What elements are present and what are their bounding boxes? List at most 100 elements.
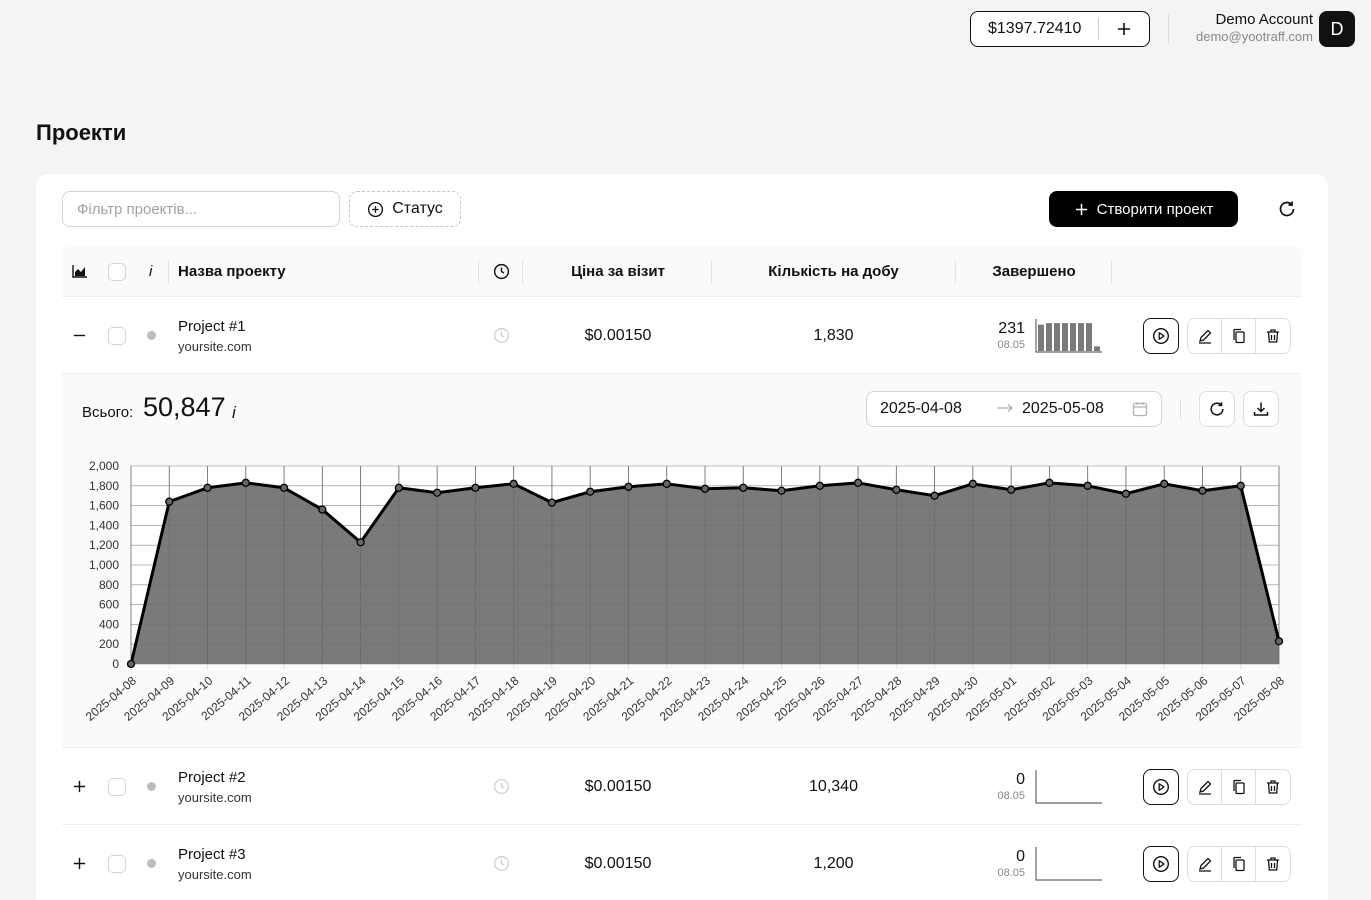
sparkline-bar (1046, 322, 1052, 351)
total-info-icon[interactable]: i (232, 403, 236, 423)
chart-data-point (892, 485, 901, 494)
per-day-column-header[interactable]: Кількість на добу (712, 246, 955, 297)
create-project-button[interactable]: Створити проект (1049, 191, 1238, 227)
account-info[interactable]: Demo Account demo@yootraff.com (1196, 11, 1313, 45)
expand-row-button[interactable] (72, 748, 87, 825)
add-funds-button[interactable] (1099, 21, 1149, 37)
sparkline-bar (1094, 345, 1100, 351)
sparkline-axis (1035, 846, 1102, 881)
copy-project-button[interactable] (1222, 318, 1256, 353)
table-row: Project #3 yoursite.com $0.00150 1,200 0… (62, 825, 1301, 900)
trash-icon (1267, 856, 1279, 871)
price-cell: $0.00150 (584, 854, 652, 872)
trash-icon (1267, 779, 1279, 794)
copy-icon (1232, 779, 1245, 794)
project-name[interactable]: Project #1 (178, 316, 252, 338)
balance-widget: $1397.72410 (970, 11, 1150, 47)
select-all-checkbox[interactable] (108, 246, 126, 297)
edit-project-button[interactable] (1188, 846, 1222, 881)
refresh-projects-button[interactable] (1274, 196, 1300, 222)
chart-data-point (624, 482, 633, 491)
chart-data-point (1083, 481, 1092, 490)
delete-project-button[interactable] (1256, 770, 1290, 804)
project-name[interactable]: Project #3 (178, 844, 252, 866)
edit-project-button[interactable] (1188, 769, 1222, 804)
date-to[interactable]: 2025-05-08 (1022, 400, 1132, 418)
completed-sparkline (1035, 846, 1102, 881)
column-divider (478, 260, 479, 284)
sparkline-bar (1062, 322, 1068, 351)
project-name[interactable]: Project #2 (178, 767, 252, 789)
date-range-picker[interactable]: 2025-04-08 2025-05-08 (866, 391, 1162, 427)
project-name-cell[interactable]: Project #1 yoursite.com (178, 297, 252, 374)
account-email: demo@yootraff.com (1195, 29, 1313, 44)
chart-data-point (777, 486, 786, 495)
status-dot (147, 782, 156, 791)
project-name-cell[interactable]: Project #3 yoursite.com (178, 825, 252, 900)
project-filter-input[interactable] (62, 191, 340, 227)
clock-icon (493, 855, 510, 872)
row-actions (1187, 748, 1291, 825)
pencil-icon (1198, 857, 1211, 872)
row-actions (1187, 825, 1291, 900)
status-dot-wrap (147, 297, 156, 374)
completed-column-header[interactable]: Завершено (956, 246, 1112, 297)
chart-column-header[interactable] (72, 246, 87, 297)
schedule-column-header[interactable] (493, 246, 510, 297)
start-project-button[interactable] (1143, 768, 1179, 805)
play-circle-icon (1152, 327, 1170, 344)
toolbar-divider (1180, 399, 1181, 419)
delete-project-button[interactable] (1256, 319, 1290, 353)
chart-y-tick-label: 200 (99, 637, 119, 651)
row-checkbox-wrap[interactable] (108, 297, 126, 374)
play-circle-icon (1152, 855, 1170, 872)
completed-sparkline (1035, 318, 1102, 353)
copy-project-button[interactable] (1222, 769, 1256, 804)
download-stats-button[interactable] (1243, 391, 1279, 427)
row-action-group (1187, 768, 1291, 805)
table-row: Project #2 yoursite.com $0.00150 10,340 … (62, 748, 1301, 825)
chart-y-tick-label: 600 (99, 598, 119, 612)
pencil-icon (1198, 329, 1211, 344)
header-divider (1168, 14, 1169, 44)
clock-icon (493, 327, 510, 344)
row-checkbox[interactable] (108, 777, 126, 796)
edit-project-button[interactable] (1188, 318, 1222, 353)
minus-icon (73, 334, 86, 337)
date-from[interactable]: 2025-04-08 (880, 400, 996, 418)
refresh-icon (1210, 402, 1224, 416)
row-actions (1187, 297, 1291, 374)
refresh-stats-button[interactable] (1199, 391, 1235, 427)
table-row: Project #1 yoursite.com $0.00150 1,830 2… (62, 297, 1301, 374)
plus-icon (1075, 203, 1087, 215)
expand-row-button[interactable] (72, 825, 87, 900)
row-checkbox-wrap[interactable] (108, 825, 126, 900)
completed-date: 08.05 (997, 338, 1025, 351)
completed-count: 0 (1016, 770, 1025, 788)
project-site: yoursite.com (178, 866, 252, 882)
copy-project-button[interactable] (1222, 846, 1256, 881)
status-dot (147, 859, 156, 868)
row-action-group (1187, 317, 1291, 354)
name-column-header[interactable]: Назва проекту (178, 246, 286, 297)
row-checkbox[interactable] (108, 326, 126, 345)
row-checkbox[interactable] (108, 854, 126, 873)
delete-project-button[interactable] (1256, 847, 1290, 881)
collapse-row-button[interactable] (72, 297, 87, 374)
chart-data-point (547, 498, 557, 507)
play-cell (1143, 748, 1179, 825)
schedule-cell (493, 297, 510, 374)
checkbox[interactable] (108, 262, 126, 281)
chart-data-point (432, 488, 442, 497)
avatar[interactable]: D (1319, 11, 1355, 47)
start-project-button[interactable] (1143, 317, 1179, 354)
project-name-cell[interactable]: Project #2 yoursite.com (178, 748, 252, 825)
status-filter-button[interactable]: Статус (349, 191, 461, 227)
sparkline-bar (1086, 322, 1092, 351)
start-project-button[interactable] (1143, 845, 1179, 882)
visits-area-chart: 0 200 400 600 800 1,000 1,200 1,400 1,600 1,800 2,… (83, 459, 1287, 724)
row-checkbox-wrap[interactable] (108, 748, 126, 825)
completed-cell: 0 08.05 (967, 825, 1103, 900)
price-column-header[interactable]: Ціна за візит (524, 246, 712, 297)
chart-data-point (662, 479, 671, 488)
